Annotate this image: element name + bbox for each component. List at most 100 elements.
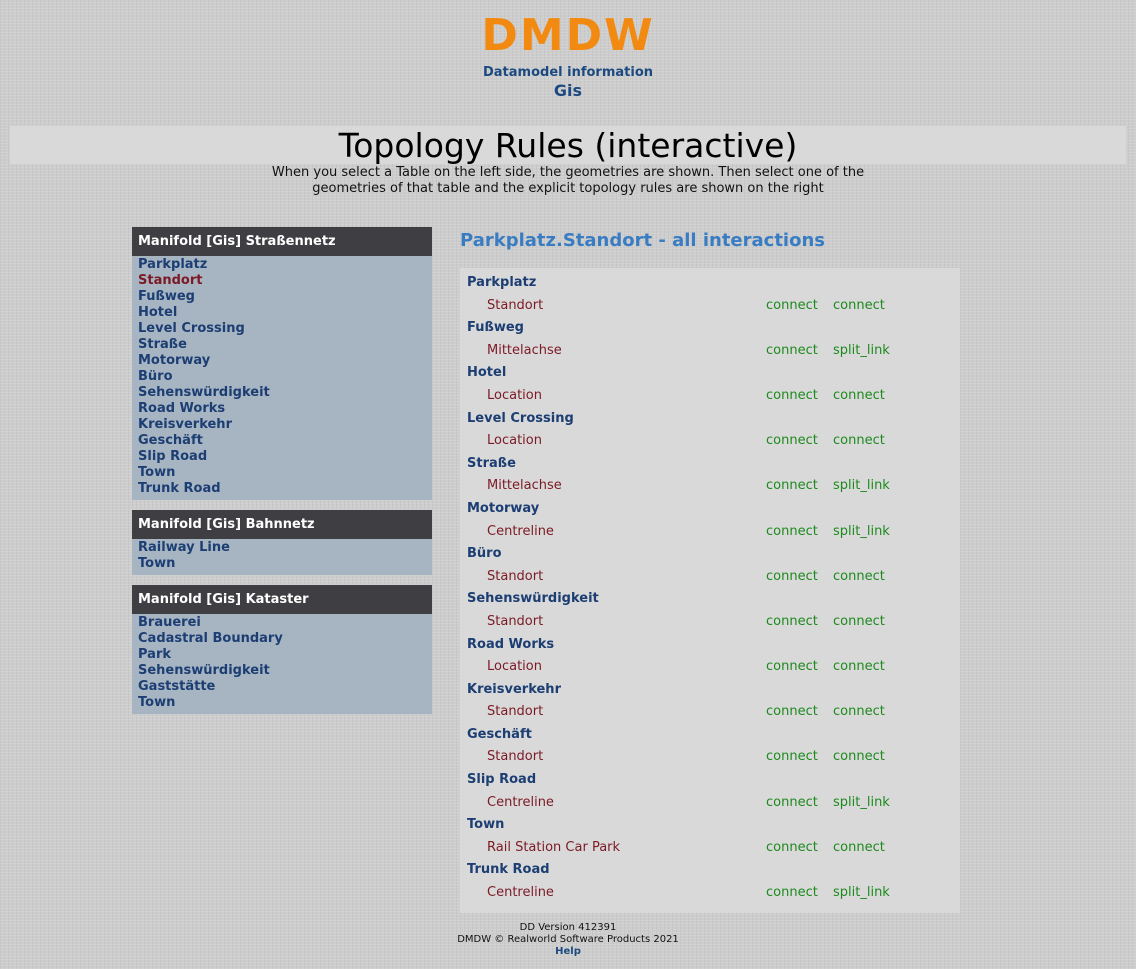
rule-type-secondary: connect	[833, 387, 885, 403]
table-link[interactable]: Geschäft	[132, 433, 432, 449]
rule-type-secondary: connect	[833, 433, 885, 449]
rule-type-primary: connect	[766, 297, 818, 313]
rule-row: Centreline connect split_link	[460, 523, 960, 546]
rule-type-primary: connect	[766, 749, 818, 765]
rule-table-title: Straße	[467, 455, 516, 471]
rule-geometry: Standort	[487, 568, 544, 584]
table-link[interactable]: Sehenswürdigkeit	[132, 663, 432, 679]
rule-type-primary: connect	[766, 794, 818, 810]
interactions-panel: Parkplatz.Standort - all interactions Pa…	[460, 228, 960, 913]
rule-type-secondary: split_link	[833, 478, 890, 494]
rule-table-title: Parkplatz	[467, 275, 537, 290]
rule-geometry: Mittelachse	[487, 478, 562, 494]
table-link[interactable]: Town	[132, 465, 432, 481]
table-link[interactable]: Railway Line	[132, 540, 432, 556]
rule-geometry: Standort	[487, 749, 544, 765]
rule-row: Centreline connect split_link	[460, 884, 960, 907]
table-link[interactable]: Trunk Road	[132, 481, 432, 497]
table-link[interactable]: Park	[132, 647, 432, 663]
table-link[interactable]: Town	[132, 556, 432, 572]
table-link[interactable]: Sehenswürdigkeit	[132, 385, 432, 401]
rule-geometry: Centreline	[487, 523, 554, 539]
rule-geometry: Standort	[487, 297, 544, 313]
page-description: When you select a Table on the left side…	[271, 165, 865, 196]
rule-row: Standort connect connect	[460, 568, 960, 591]
panel-header: Manifold [Gis] Kataster	[132, 585, 432, 614]
table-group-panel: Manifold [Gis] Kataster Brauerei Cadastral…	[132, 585, 432, 714]
rule-geometry: Location	[487, 387, 542, 403]
table-link[interactable]: Motorway	[132, 353, 432, 369]
page-header: DMDW Datamodel information Gis	[0, 8, 1136, 101]
table-navigation: Manifold [Gis] Straßennetz Parkplatz Stand…	[132, 227, 432, 724]
rule-row: Standort connect connect	[460, 703, 960, 726]
rule-row: Standort connect connect	[460, 748, 960, 771]
table-group-panel: Manifold [Gis] Straßennetz Parkplatz Stand…	[132, 227, 432, 500]
rule-geometry: Standort	[487, 704, 544, 720]
table-link[interactable]: Road Works	[132, 401, 432, 417]
rule-type-secondary: connect	[833, 568, 885, 584]
rule-row: Location connect connect	[460, 432, 960, 455]
rule-table-title: Geschäft	[467, 726, 532, 742]
rule-type-primary: connect	[766, 885, 818, 901]
rule-type-primary: connect	[766, 839, 818, 855]
rule-geometry: Centreline	[487, 885, 554, 901]
rule-row: Rail Station Car Park connect connect	[460, 839, 960, 862]
page-title: Topology Rules (interactive)	[338, 126, 798, 165]
rule-row: Mittelachse connect split_link	[460, 477, 960, 500]
header-subtitle: Datamodel information	[482, 65, 653, 80]
rule-table-title: Hotel	[467, 365, 507, 381]
rule-row: Standort connect connect	[460, 297, 960, 320]
rule-table-title: Road Works	[467, 636, 555, 652]
rule-table-title: Motorway	[467, 500, 540, 516]
rule-type-secondary: connect	[833, 749, 885, 765]
rule-type-primary: connect	[766, 568, 818, 584]
rule-type-primary: connect	[766, 659, 818, 675]
rule-geometry: Location	[487, 659, 542, 675]
rule-table-title: Fußweg	[467, 320, 524, 336]
rule-type-secondary: connect	[833, 613, 885, 629]
rule-type-secondary: connect	[833, 659, 885, 675]
table-link[interactable]: Straße	[132, 337, 432, 353]
table-link[interactable]: Büro	[132, 369, 432, 385]
rule-geometry: Rail Station Car Park	[487, 839, 621, 855]
panel-body: Railway Line Town	[132, 539, 432, 575]
rule-row: Standort connect connect	[460, 613, 960, 636]
version-text: DD Version 412391	[519, 922, 617, 933]
help-link[interactable]: Help	[0, 946, 1136, 958]
table-link[interactable]: Parkplatz	[132, 257, 432, 273]
rule-geometry: Standort	[487, 613, 544, 629]
page-footer: DD Version 412391 DMDW © Realworld Softw…	[0, 922, 1136, 958]
table-link[interactable]: Cadastral Boundary	[132, 631, 432, 647]
rule-type-primary: connect	[766, 523, 818, 539]
interactions-title: Parkplatz.Standort - all interactions	[460, 230, 826, 251]
table-link[interactable]: Gaststätte	[132, 679, 432, 695]
table-link[interactable]: Brauerei	[132, 615, 432, 631]
rule-table-title: Büro	[467, 546, 502, 562]
rule-type-secondary: connect	[833, 297, 885, 313]
panel-header: Manifold [Gis] Straßennetz	[132, 227, 432, 256]
rule-type-secondary: split_link	[833, 794, 890, 810]
table-link[interactable]: Kreisverkehr	[132, 417, 432, 433]
rule-table-title: Sehenswürdigkeit	[467, 591, 599, 607]
table-link[interactable]: Fußweg	[132, 289, 432, 305]
rule-type-primary: connect	[766, 387, 818, 403]
rule-row: Mittelachse connect split_link	[460, 342, 960, 365]
dmdw-logo: DMDW	[481, 10, 655, 61]
panel-body: Brauerei Cadastral Boundary Park Sehenswürd…	[132, 614, 432, 714]
table-link[interactable]: Town	[132, 695, 432, 711]
table-link[interactable]: Slip Road	[132, 449, 432, 465]
title-bar: Topology Rules (interactive)	[10, 126, 1126, 165]
table-link[interactable]: Level Crossing	[132, 321, 432, 337]
rule-type-primary: connect	[766, 433, 818, 449]
table-group-panel: Manifold [Gis] Bahnnetz Railway Line Town	[132, 510, 432, 575]
rule-geometry: Centreline	[487, 794, 554, 810]
rule-table-title: Town	[467, 817, 505, 833]
rule-table-title: Level Crossing	[467, 410, 574, 426]
panel-header: Manifold [Gis] Bahnnetz	[132, 510, 432, 539]
table-link[interactable]: Hotel	[132, 305, 432, 321]
rule-geometry: Mittelachse	[487, 342, 562, 358]
rule-row: Location connect connect	[460, 658, 960, 681]
table-link[interactable]: Standort	[132, 273, 432, 289]
rules-list: Parkplatz Standort connect connect Fußweg Mit…	[460, 268, 960, 913]
rule-type-primary: connect	[766, 704, 818, 720]
